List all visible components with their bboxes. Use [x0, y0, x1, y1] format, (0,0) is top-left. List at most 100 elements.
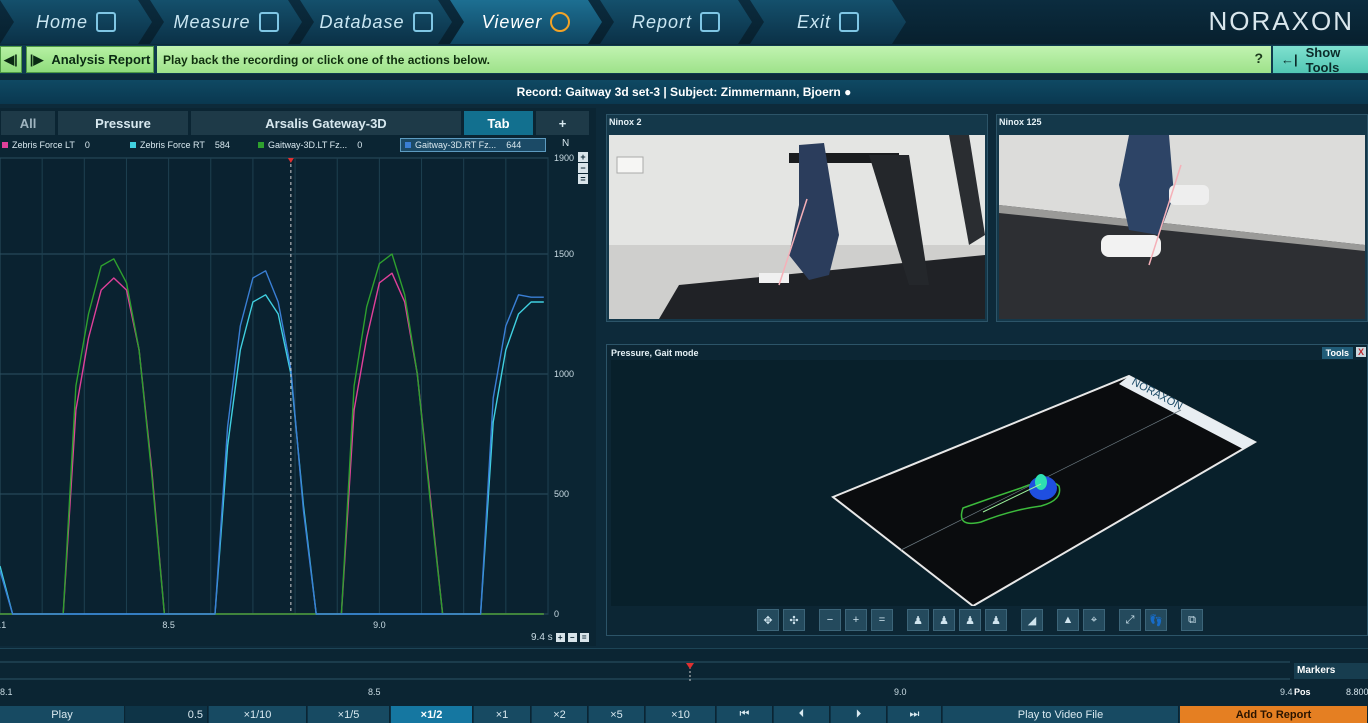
- legend-item[interactable]: Gaitway-3D.LT Fz... 0: [258, 138, 362, 152]
- toolbar-separator: [1171, 609, 1177, 633]
- zoom-in-icon[interactable]: +: [845, 609, 867, 631]
- play-to-video-file-button[interactable]: Play to Video File: [943, 706, 1179, 723]
- pan-icon[interactable]: ✥: [757, 609, 779, 631]
- legend-item[interactable]: Zebris Force RT 584: [130, 138, 230, 152]
- show-tools-label: Show Tools: [1305, 44, 1341, 75]
- video-title: Ninox 125: [999, 117, 1042, 127]
- y-tick-label: 0: [554, 609, 559, 619]
- foot-pair-icon[interactable]: ⧉: [1181, 609, 1203, 631]
- body-back-icon[interactable]: ♟: [959, 609, 981, 631]
- tab-pressure[interactable]: Pressure: [57, 110, 189, 136]
- x-tick-label: 8.5: [162, 620, 175, 630]
- legend-swatch: [130, 142, 136, 148]
- step-back-icon[interactable]: ⏴: [774, 706, 830, 723]
- pressure-plate-svg: NORAXON: [831, 374, 1258, 608]
- action-bar: ◀| |▶ Analysis Report Play back the reco…: [0, 44, 1368, 75]
- speed-1-10-button[interactable]: ×1/10: [209, 706, 307, 723]
- runner-shoe-rear: [1169, 185, 1209, 205]
- nav-tab-report[interactable]: Report: [600, 0, 752, 44]
- measure-icon: [259, 12, 279, 32]
- pressure-panel: Pressure, Gait mode Tools X NORAXON ✥ ✣ …: [606, 344, 1368, 636]
- zoom-out-icon[interactable]: −: [819, 609, 841, 631]
- nav-tab-viewer[interactable]: Viewer: [450, 0, 602, 44]
- speed-value-field[interactable]: 0.5: [126, 706, 208, 723]
- measure-icon[interactable]: ⌖: [1083, 609, 1105, 631]
- video-title: Ninox 2: [609, 117, 642, 127]
- chart-panel: All Pressure Arsalis Gateway-3D Tab + Ze…: [0, 108, 596, 646]
- color-scale-icon[interactable]: ◢: [1021, 609, 1043, 631]
- body-front-icon[interactable]: ♟: [907, 609, 929, 631]
- collapse-button[interactable]: ◀|: [0, 46, 22, 73]
- toolbar-separator: [897, 609, 903, 633]
- legend-item[interactable]: Zebris Force LT 0: [2, 138, 90, 152]
- analysis-report-button[interactable]: |▶ Analysis Report: [26, 46, 154, 73]
- step-forward-icon[interactable]: ⏵: [831, 706, 887, 723]
- expand-left-icon: ←|: [1281, 52, 1298, 67]
- noraxon-logo: NORAXON: [1208, 6, 1354, 36]
- skip-to-end-icon[interactable]: ⏭: [888, 706, 942, 723]
- peak-icon[interactable]: ▲: [1057, 609, 1079, 631]
- speed-1-2-button[interactable]: ×1/2: [391, 706, 473, 723]
- nav-tab-label: Database: [319, 11, 405, 32]
- video-panel-ninox-2: Ninox 2: [606, 114, 988, 322]
- tab-tab[interactable]: Tab: [463, 110, 534, 136]
- timeline-cursor-marker[interactable]: [686, 663, 694, 669]
- foot-icon[interactable]: 👣: [1145, 609, 1167, 631]
- body-right-icon[interactable]: ♟: [985, 609, 1007, 631]
- y-tick-label: 500: [554, 489, 569, 499]
- add-tab-button[interactable]: +: [535, 110, 590, 136]
- pressure-3d-view[interactable]: NORAXON: [611, 360, 1367, 608]
- x-axis-end: 9.4 s + − =: [531, 632, 589, 643]
- nav-tab-exit[interactable]: Exit: [750, 0, 906, 44]
- tools-button[interactable]: Tools: [1321, 347, 1353, 359]
- playback-bar: Play 0.5 ×1/10 ×1/5 ×1/2 ×1 ×2 ×5 ×10 ⏮ …: [0, 706, 1368, 723]
- tab-all[interactable]: All: [0, 110, 56, 136]
- speed-1-5-button[interactable]: ×1/5: [308, 706, 390, 723]
- skip-to-start-icon[interactable]: ⏮: [717, 706, 773, 723]
- zoom-in-y-button[interactable]: +: [578, 152, 588, 162]
- treadmill-video-frame: [609, 135, 985, 319]
- y-tick-label: 1000: [554, 369, 574, 379]
- nav-tab-database[interactable]: Database: [300, 0, 452, 44]
- force-chart[interactable]: 0 500 1000 1500 1900 8.1 8.5 9.0: [0, 152, 596, 630]
- pressure-peak: [1035, 474, 1047, 490]
- zoom-in-x-button[interactable]: +: [555, 633, 565, 642]
- video-frame[interactable]: [999, 135, 1365, 319]
- legend-swatch: [405, 142, 411, 148]
- speed-5-button[interactable]: ×5: [589, 706, 645, 723]
- play-button[interactable]: Play: [0, 706, 125, 723]
- zoom-out-x-button[interactable]: −: [567, 633, 577, 642]
- help-icon[interactable]: ?: [1254, 50, 1263, 66]
- video-frame[interactable]: [609, 135, 985, 319]
- timeline-tick: 8.1: [0, 687, 13, 697]
- nav-tab-measure[interactable]: Measure: [150, 0, 302, 44]
- close-icon[interactable]: X: [1356, 347, 1366, 357]
- exit-arrow-icon: [839, 12, 859, 32]
- zoom-reset-icon[interactable]: =: [871, 609, 893, 631]
- position-value: 8.800: [1346, 687, 1368, 697]
- legend-swatch: [2, 142, 8, 148]
- home-icon: [96, 12, 116, 32]
- timeline[interactable]: 8.1 8.5 9.0 9.4 Markers Pos 8.800: [0, 648, 1368, 706]
- toolbar-separator: [1109, 609, 1115, 633]
- nav-tab-home[interactable]: Home: [0, 0, 152, 44]
- speed-10-button[interactable]: ×10: [646, 706, 716, 723]
- instruction-bar: Play back the recording or click one of …: [157, 46, 1271, 73]
- fit-y-button[interactable]: =: [578, 174, 588, 184]
- tab-arsalis-gateway[interactable]: Arsalis Gateway-3D: [190, 110, 462, 136]
- speed-2-button[interactable]: ×2: [532, 706, 588, 723]
- legend-item-selected[interactable]: Gaitway-3D.RT Fz... 644: [400, 138, 546, 152]
- path-icon[interactable]: ⤢: [1119, 609, 1141, 631]
- report-icon: [700, 12, 720, 32]
- fit-x-button[interactable]: =: [579, 633, 589, 642]
- speed-1-button[interactable]: ×1: [474, 706, 531, 723]
- legend-label: Zebris Force RT: [140, 140, 205, 150]
- zoom-out-y-button[interactable]: −: [578, 163, 588, 173]
- markers-header[interactable]: Markers: [1294, 663, 1368, 679]
- legend-swatch: [258, 142, 264, 148]
- x-tick-label: 9.0: [373, 620, 386, 630]
- add-to-report-button[interactable]: Add To Report: [1180, 706, 1368, 723]
- show-tools-button[interactable]: ←| Show Tools: [1273, 44, 1368, 75]
- rotate-icon[interactable]: ✣: [783, 609, 805, 631]
- body-side-icon[interactable]: ♟: [933, 609, 955, 631]
